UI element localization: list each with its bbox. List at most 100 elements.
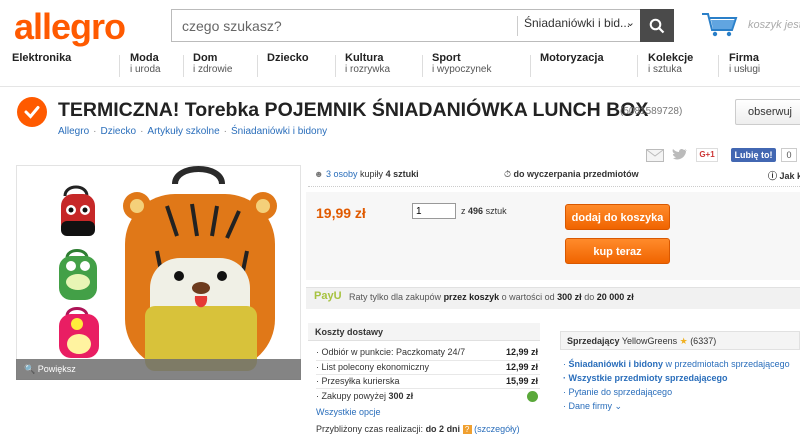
ladybug-bag-thumbnail (61, 185, 95, 236)
search-category-select[interactable]: Śniadaniówki i bid... ⌄ (517, 16, 639, 36)
shipping-cost: 15,99 zł (505, 376, 538, 386)
breadcrumb-item[interactable]: Artykuły szkolne (147, 126, 219, 137)
shipping-method: List polecony ekonomiczny (321, 362, 430, 372)
quantity-input[interactable] (412, 203, 456, 219)
checkmark-icon (17, 97, 47, 127)
divider (637, 55, 638, 77)
nav-item-sport[interactable]: Sport i wypoczynek (432, 52, 492, 75)
divider (308, 186, 800, 187)
ask-seller-link[interactable]: · Pytanie do sprzedającego (563, 387, 672, 397)
flower-bag-thumbnail (59, 307, 99, 358)
divider (0, 86, 800, 87)
breadcrumb: Allegro · Dziecko · Artykuły szkolne · Śniadan… (58, 126, 328, 137)
nav-sublabel: i usługi (729, 63, 761, 75)
company-data-link[interactable]: · Dane firmy ⌄ (563, 401, 622, 412)
seller-header: Sprzedający YellowGreens ★ (6337) (560, 331, 800, 350)
cart-button[interactable] (700, 10, 740, 41)
nav-item-collections[interactable]: Kolekcje i sztuka (648, 52, 694, 75)
qty-unit: sztuk (485, 206, 507, 216)
payu-text-b: przez koszyk (443, 292, 500, 302)
divider (335, 55, 336, 77)
qty-total: 496 (468, 206, 484, 216)
nav-label: Moda (130, 52, 159, 64)
offer-id: (5081589728) (620, 106, 683, 117)
twitter-icon[interactable] (672, 148, 688, 162)
zoom-label: Powiększ (37, 364, 76, 374)
nav-sublabel: i wypoczynek (432, 63, 492, 75)
divider (119, 55, 120, 77)
seller-category-link[interactable]: · Śniadaniówki i bidony w przedmiotach s… (563, 359, 790, 369)
nav-label: Dziecko (267, 52, 309, 64)
nav-sublabel: i sztuka (648, 63, 682, 75)
search-category-value: Śniadaniówki i bid... (524, 16, 631, 30)
seller-rating[interactable]: (6337) (690, 336, 716, 346)
shipping-cost: 12,99 zł (505, 362, 538, 372)
breadcrumb-item[interactable]: Dziecko (100, 126, 136, 137)
buy-now-button[interactable]: kup teraz (565, 238, 670, 264)
buyers-text: kupiły (360, 169, 384, 179)
people-icon: ☻ (314, 169, 324, 179)
observe-button[interactable]: obserwuj (735, 99, 800, 125)
help-icon[interactable]: ? (462, 425, 472, 434)
product-image[interactable] (16, 165, 301, 380)
payu-logo: PayU (314, 290, 342, 302)
frog-bag-thumbnail (59, 249, 97, 300)
nav-item-business[interactable]: Firma i usługi (729, 52, 761, 75)
seller-all-items-link[interactable]: · Wszystkie przedmioty sprzedającego (563, 373, 728, 383)
zoom-button[interactable]: 🔍 Powiększ (16, 359, 301, 380)
divider (257, 55, 258, 77)
chevron-down-icon: ⌄ (625, 17, 635, 29)
search-icon (649, 18, 665, 33)
nav-item-culture[interactable]: Kultura i rozrywka (345, 52, 391, 75)
payu-text-a: Raty tylko dla zakupów (349, 292, 442, 302)
nav-item-fashion[interactable]: Moda i uroda (130, 52, 161, 75)
shipping-method: Przesyłka kurierska (321, 376, 400, 386)
shipping-cost: 12,99 zł (505, 347, 538, 357)
howto-info[interactable]: ⓘ Jak k (768, 169, 800, 182)
installments-info: Raty tylko dla zakupów przez koszyk o wa… (349, 292, 634, 302)
lunch-bag-illustration (59, 166, 277, 371)
google-plus-button[interactable]: G+1 (696, 148, 718, 162)
nav-item-child[interactable]: Dziecko (267, 52, 309, 65)
add-to-cart-button[interactable]: dodaj do koszyka (565, 204, 670, 230)
nav-sublabel: i uroda (130, 63, 161, 75)
cart-status: koszyk jest p (748, 19, 800, 31)
divider (422, 55, 423, 77)
email-icon[interactable] (646, 149, 664, 162)
realization-value: do 2 dni (425, 424, 461, 434)
free-shipping-icon (527, 391, 538, 402)
breadcrumb-item[interactable]: Allegro (58, 126, 89, 137)
star-icon: ★ (679, 336, 688, 346)
zoom-icon: 🔍 (24, 364, 36, 374)
cart-icon (702, 13, 738, 37)
realization-label: Przybliżony czas realizacji: (316, 424, 424, 434)
howto-text: Jak k (779, 171, 800, 181)
info-icon: ⓘ (768, 171, 778, 181)
divider (183, 55, 184, 77)
search-button[interactable] (640, 9, 674, 42)
nav-label: Dom (193, 52, 218, 64)
divider (316, 374, 540, 375)
shipping-row: · Zakupy powyżej 300 zł (316, 391, 540, 404)
seller-all-items: Wszystkie przedmioty sprzedającego (568, 373, 728, 383)
divider (316, 360, 540, 361)
nav-label: Motoryzacja (540, 52, 604, 64)
all-options-link[interactable]: Wszystkie opcje (316, 407, 381, 417)
nav-label: Kolekcje (648, 52, 694, 64)
buyers-count-link[interactable]: 3 osoby (326, 169, 358, 179)
allegro-logo[interactable]: allegro (14, 6, 126, 48)
buyers-info: ☻ 3 osoby kupiły 4 sztuki (314, 169, 419, 179)
seller-name[interactable]: YellowGreens (622, 336, 677, 346)
nav-item-automotive[interactable]: Motoryzacja (540, 52, 604, 65)
buy-box (306, 192, 800, 280)
nav-item-home[interactable]: Dom i zdrowie (193, 52, 232, 75)
search-input[interactable] (172, 10, 517, 41)
details-link[interactable]: (szczegóły) (474, 424, 520, 434)
shipping-title: Koszty dostawy (308, 323, 540, 341)
nav-sublabel: i rozrywka (345, 63, 391, 75)
availability-text: do wyczerpania przedmiotów (513, 169, 639, 179)
nav-item-electronics[interactable]: Elektronika (12, 52, 71, 65)
realization-time: Przybliżony czas realizacji: do 2 dni ? … (316, 424, 520, 434)
breadcrumb-item[interactable]: Śniadaniówki i bidony (231, 126, 327, 137)
facebook-like-button[interactable]: Lubię to! (731, 148, 776, 162)
